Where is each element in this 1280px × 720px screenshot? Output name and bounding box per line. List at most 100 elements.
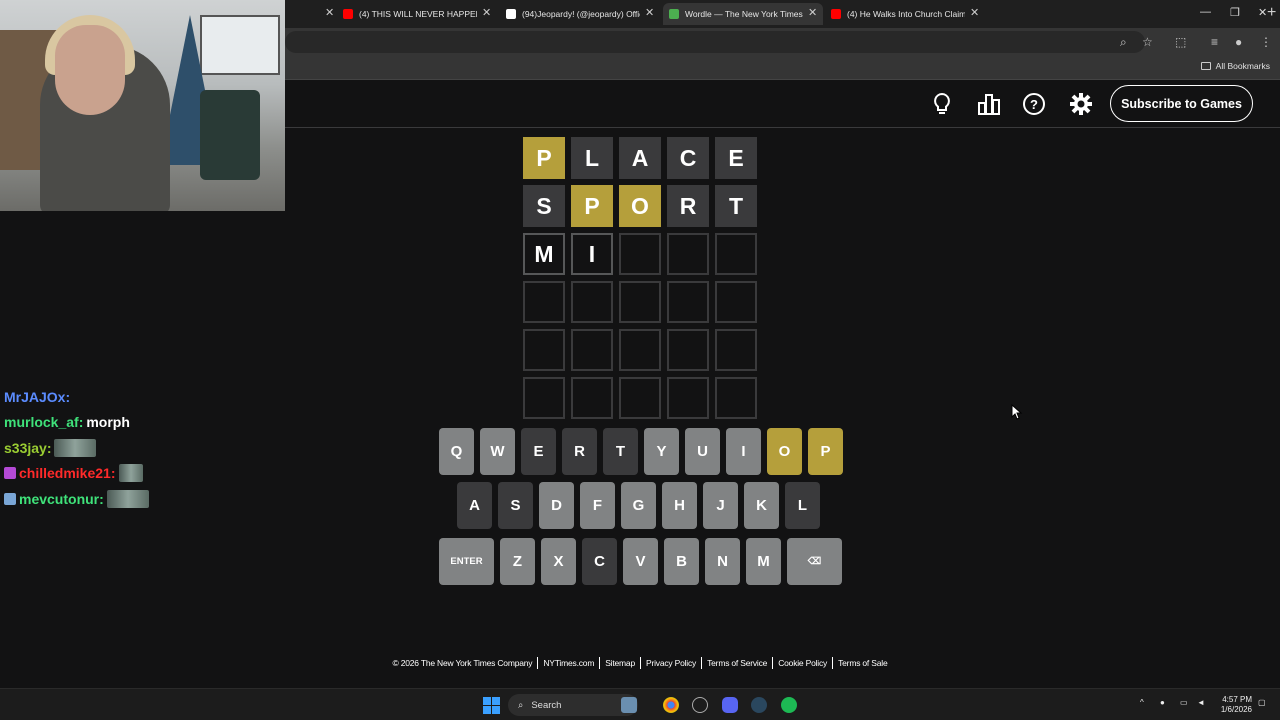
chat-emote-icon — [106, 489, 149, 508]
tab-favicon-icon — [669, 9, 679, 19]
board-tile — [619, 281, 661, 323]
key-d[interactable]: D — [539, 482, 574, 529]
tab-1[interactable]: (4) THIS WILL NEVER HAPPEN AGAIN — [337, 3, 497, 25]
help-icon[interactable]: ? — [1022, 92, 1046, 116]
key-f[interactable]: F — [580, 482, 615, 529]
clock[interactable]: 4:57 PM 1/6/2026 — [1212, 695, 1252, 715]
discord-icon[interactable] — [722, 697, 738, 713]
chrome-icon[interactable] — [663, 697, 679, 713]
chat-username[interactable]: MrJAJOx: — [4, 389, 70, 405]
chat-badge-icon — [4, 467, 16, 480]
profile-avatar[interactable]: ● — [1235, 35, 1242, 49]
taskbar-search[interactable]: ⌕ Search — [508, 694, 638, 716]
tab-favicon-icon — [506, 9, 516, 19]
close-tab-icon[interactable]: ✕ — [970, 6, 979, 19]
close-tab-icon[interactable]: ✕ — [482, 6, 491, 19]
key-m[interactable]: M — [746, 538, 781, 585]
subscribe-button[interactable]: Subscribe to Games — [1110, 85, 1253, 122]
board-tile: E — [715, 137, 757, 179]
microphone-icon[interactable]: ● — [1160, 698, 1165, 708]
board-tile — [667, 233, 709, 275]
key-k[interactable]: K — [744, 482, 779, 529]
stats-icon[interactable] — [977, 92, 1001, 116]
key-u[interactable]: U — [685, 428, 720, 475]
minimize-icon[interactable]: — — [1200, 6, 1211, 18]
settings-gear-icon[interactable] — [1069, 92, 1093, 116]
new-tab-button[interactable]: + — [1267, 4, 1276, 22]
key-l[interactable]: L — [785, 482, 820, 529]
bookmark-star-icon[interactable]: ☆ — [1142, 35, 1153, 49]
footer-link[interactable]: Terms of Service — [702, 658, 772, 668]
screen: (4) THIS WILL NEVER HAPPEN AGAIN ✕ (94)Jeo… — [0, 0, 1280, 720]
key-c[interactable]: C — [582, 538, 617, 585]
zoom-icon[interactable]: ⌕ — [1120, 35, 1127, 50]
footer-link[interactable]: NYTimes.com — [538, 658, 599, 668]
chat-emote-icon — [118, 464, 143, 483]
footer-link[interactable]: Terms of Sale — [833, 658, 892, 668]
key-x[interactable]: X — [541, 538, 576, 585]
key-q[interactable]: Q — [439, 428, 474, 475]
board-tile — [619, 233, 661, 275]
key-z[interactable]: Z — [500, 538, 535, 585]
tab-2[interactable]: (94)Jeopardy! (@jeopardy) Official — [500, 3, 660, 25]
network-icon[interactable]: ▭ — [1180, 698, 1188, 708]
board-tile — [571, 329, 613, 371]
tray-chevron-icon[interactable]: ^ — [1140, 698, 1144, 708]
backspace-key[interactable]: ⌫ — [787, 538, 842, 585]
mouse-cursor-icon — [1011, 404, 1023, 420]
media-icon[interactable]: ≡ — [1211, 35, 1218, 49]
footer-link[interactable]: Sitemap — [600, 658, 640, 668]
tab-4[interactable]: (4) He Walks Into Church Claiming — [825, 3, 985, 25]
close-tab-icon[interactable]: ✕ — [645, 6, 654, 19]
app-icon[interactable] — [692, 697, 708, 713]
windows-start-icon[interactable] — [483, 697, 500, 714]
spotify-icon[interactable] — [781, 697, 797, 713]
board-tile — [715, 329, 757, 371]
close-tab-icon[interactable]: ✕ — [325, 6, 334, 19]
key-y[interactable]: Y — [644, 428, 679, 475]
tab-3[interactable]: Wordle — The New York Times — [663, 3, 823, 25]
key-j[interactable]: J — [703, 482, 738, 529]
all-bookmarks[interactable]: All Bookmarks — [1200, 61, 1270, 71]
board-tile: P — [571, 185, 613, 227]
key-n[interactable]: N — [705, 538, 740, 585]
key-h[interactable]: H — [662, 482, 697, 529]
key-a[interactable]: A — [457, 482, 492, 529]
key-r[interactable]: R — [562, 428, 597, 475]
chat-username[interactable]: murlock_af: — [4, 414, 83, 430]
close-tab-icon[interactable]: ✕ — [808, 6, 817, 19]
key-p[interactable]: P — [808, 428, 843, 475]
restore-icon[interactable]: ❐ — [1230, 6, 1240, 19]
key-e[interactable]: E — [521, 428, 556, 475]
menu-icon[interactable]: ⋮ — [1260, 35, 1272, 49]
steam-icon[interactable] — [751, 697, 767, 713]
keyboard-row-1: QWERTYUIOP — [439, 428, 843, 475]
key-b[interactable]: B — [664, 538, 699, 585]
board-tile: A — [619, 137, 661, 179]
key-g[interactable]: G — [621, 482, 656, 529]
extensions-icon[interactable]: ⬚ — [1175, 35, 1186, 49]
volume-icon[interactable]: ◄ — [1197, 698, 1205, 708]
address-bar[interactable] — [285, 31, 1145, 53]
close-window-icon[interactable]: ✕ — [1258, 6, 1267, 19]
chat-username[interactable]: s33jay: — [4, 440, 51, 456]
key-o[interactable]: O — [767, 428, 802, 475]
notifications-icon[interactable]: ▢ — [1258, 698, 1266, 708]
chat-username[interactable]: mevcutonur: — [19, 491, 104, 507]
enter-key[interactable]: ENTER — [439, 538, 494, 585]
hint-lightbulb-icon[interactable] — [930, 92, 954, 116]
widget-icon[interactable] — [621, 697, 637, 713]
webcam-overlay — [0, 0, 285, 211]
key-t[interactable]: T — [603, 428, 638, 475]
board-tile — [715, 233, 757, 275]
key-w[interactable]: W — [480, 428, 515, 475]
key-i[interactable]: I — [726, 428, 761, 475]
board-tile: S — [523, 185, 565, 227]
key-v[interactable]: V — [623, 538, 658, 585]
chat-username[interactable]: chilledmike21: — [19, 465, 116, 481]
key-s[interactable]: S — [498, 482, 533, 529]
tab-favicon-icon — [343, 9, 353, 19]
footer-link[interactable]: Cookie Policy — [773, 658, 832, 668]
tab-label: (94)Jeopardy! (@jeopardy) Official — [522, 9, 640, 19]
footer-link[interactable]: Privacy Policy — [641, 658, 701, 668]
